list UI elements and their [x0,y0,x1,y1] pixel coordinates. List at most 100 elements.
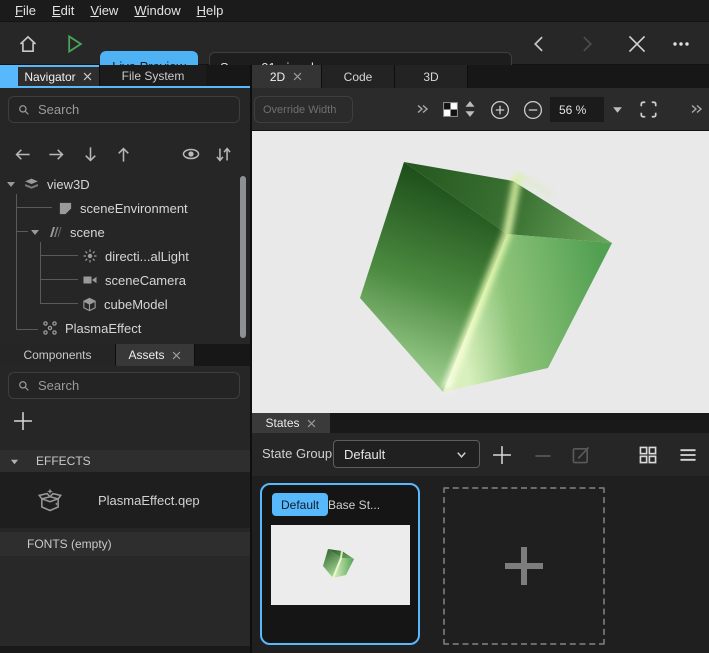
scene-icon [47,224,63,240]
add-state-tile[interactable] [443,487,605,645]
tab-close-icon[interactable] [82,71,93,82]
navigator-tab-accent [0,65,18,86]
background-checker-icon[interactable] [443,102,458,117]
close-icon[interactable] [622,29,652,59]
add-state-icon[interactable] [491,444,513,466]
tab-components[interactable]: Components [0,344,115,366]
fit-screen-icon[interactable] [638,99,659,120]
camera-icon [82,272,98,288]
tab-states[interactable]: States [252,413,330,433]
nav-forward-icon[interactable] [572,29,602,59]
list-view-icon[interactable] [677,444,699,466]
tab-navigator[interactable]: Navigator [18,65,99,86]
navigator-search[interactable] [8,96,240,123]
edit-annotations-icon[interactable] [570,444,592,466]
navigator-search-input[interactable] [38,102,208,117]
move-left-icon[interactable] [13,145,32,164]
move-right-icon[interactable] [47,145,66,164]
library-tab-bar: Components Assets [0,344,250,366]
menubar: File Edit View Window Help [0,0,709,22]
states-strip: Default Base St... [252,476,709,653]
tab-close-icon[interactable] [306,418,317,429]
state-thumbnail[interactable] [271,525,410,605]
view3d-icon [23,176,40,193]
state-group-select[interactable]: Default [333,440,480,468]
tree-item-directional-light[interactable]: directi...alLight [82,244,189,268]
navigator-tab-bar: Navigator File System [0,65,250,88]
add-asset-button[interactable] [12,410,34,432]
tab-navigator-label: Navigator [24,70,75,84]
tab-close-icon[interactable] [171,350,182,361]
expand-caret-icon[interactable] [30,227,40,237]
effect-box-icon [36,486,64,514]
nav-back-icon[interactable] [524,29,554,59]
grid-view-icon[interactable] [637,444,659,466]
run-play-icon[interactable] [59,29,89,59]
assets-search-input[interactable] [38,378,208,393]
more-icon[interactable] [666,29,696,59]
tree-item-scene-camera[interactable]: sceneCamera [82,268,186,292]
zoom-dropdown-icon[interactable] [612,104,623,115]
menu-window[interactable]: Window [127,1,187,20]
menu-view[interactable]: View [83,1,125,20]
tab-file-system[interactable]: File System [99,65,206,86]
design-canvas[interactable] [252,131,709,413]
tab-3d-label: 3D [423,70,438,84]
effects-section-header[interactable]: EFFECTS [0,450,250,472]
zoom-level-field[interactable]: 56 % [550,97,604,122]
state-group-label: State Group [262,446,332,461]
state-badge-label: Default [281,498,319,512]
chevron-down-icon [454,447,469,462]
tree-scrollbar[interactable] [240,176,246,338]
tree-item-label: sceneEnvironment [80,201,188,216]
section-caret-icon [10,457,19,466]
state-badge[interactable]: Default [272,493,328,516]
search-icon [17,103,31,117]
menu-edit[interactable]: Edit [45,1,81,20]
plasma-effect-icon [42,320,58,336]
zoom-out-icon[interactable] [522,99,544,121]
tree-item-cube-model[interactable]: cubeModel [82,292,168,316]
menu-help[interactable]: Help [190,1,231,20]
tree-item-label: PlasmaEffect [65,321,141,336]
menu-file[interactable]: File [8,1,43,20]
add-state-plus-icon [501,543,547,589]
overflow-chevron-icon[interactable] [689,101,705,117]
states-toolbar: State Group Default [252,433,709,476]
tree-item-label: scene [70,225,105,240]
navigator-actions [0,138,250,170]
asset-item-plasma-effect[interactable]: PlasmaEffect.qep [0,472,250,528]
cube-model-render[interactable] [252,131,709,413]
navigator-tree: view3D sceneEnvironment scene directi...… [0,172,250,344]
state-card-default[interactable]: Default Base St... [260,483,420,645]
tab-assets-label: Assets [128,348,164,362]
scene-environment-icon [58,201,73,216]
background-select-arrows-icon[interactable] [463,100,477,118]
overflow-chevron-icon[interactable] [415,101,431,117]
tab-code[interactable]: Code [322,65,395,88]
move-up-icon[interactable] [114,145,133,164]
asset-item-label: PlasmaEffect.qep [98,493,200,508]
tree-item-view3d[interactable]: view3D [6,172,90,196]
fonts-section-header[interactable]: FONTS (empty) [0,532,250,556]
expand-caret-icon[interactable] [6,179,16,189]
directional-light-icon [82,248,98,264]
main-toolbar: Live Preview Screen01.ui.qml [0,22,709,65]
tree-item-scene-environment[interactable]: sceneEnvironment [58,196,188,220]
override-width-input[interactable] [254,96,353,123]
home-icon[interactable] [13,29,43,59]
tab-assets[interactable]: Assets [115,344,195,366]
tree-item-scene[interactable]: scene [30,220,105,244]
tree-item-label: directi...alLight [105,249,189,264]
zoom-in-icon[interactable] [489,99,511,121]
move-down-icon[interactable] [81,145,100,164]
remove-state-icon[interactable] [532,445,554,467]
reverse-order-icon[interactable] [214,145,233,164]
tree-item-plasma-effect[interactable]: PlasmaEffect [42,316,141,340]
visibility-icon[interactable] [181,144,201,164]
tab-2d[interactable]: 2D [252,65,322,88]
tab-close-icon[interactable] [292,71,303,82]
assets-search[interactable] [8,372,240,399]
tab-3d[interactable]: 3D [395,65,468,88]
assets-empty-area [0,556,250,646]
